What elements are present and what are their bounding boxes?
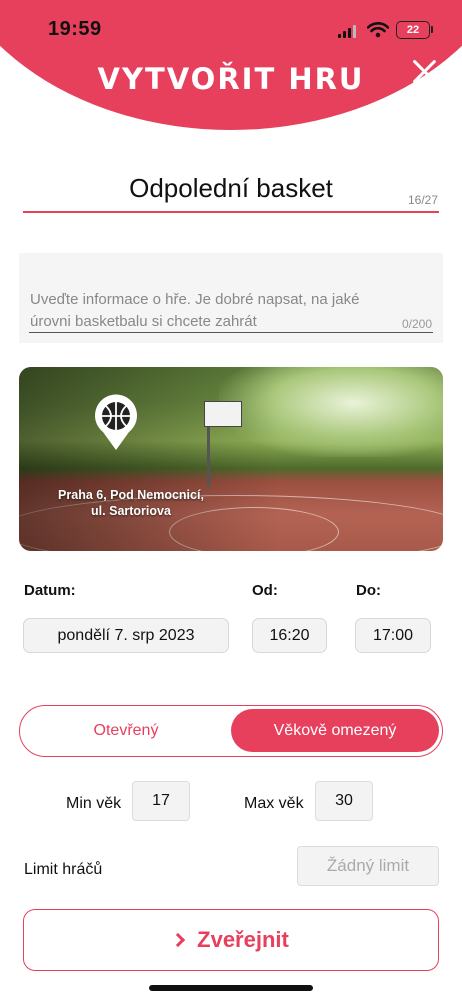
min-age-input[interactable]: 17: [132, 781, 190, 821]
photo-shade: [19, 367, 279, 551]
location-label: Praha 6, Pod Nemocnicí, ul. Sartoriova: [41, 487, 221, 519]
description-field[interactable]: Uveďte informace o hře. Je dobré napsat,…: [19, 253, 443, 343]
wifi-icon: [367, 22, 389, 38]
location-photo[interactable]: Praha 6, Pod Nemocnicí, ul. Sartoriova: [19, 367, 443, 551]
close-icon[interactable]: [404, 52, 444, 92]
game-name-underline: [23, 211, 439, 213]
status-bar: 19:59 22: [0, 0, 462, 58]
from-time-picker[interactable]: 16:20: [252, 618, 327, 653]
chevron-right-icon: [171, 932, 186, 948]
access-segmented-control: Otevřený Věkově omezený: [19, 705, 443, 757]
player-limit-input[interactable]: Žádný limit: [297, 846, 439, 886]
from-label: Od:: [252, 582, 278, 599]
battery-icon: 22: [396, 21, 430, 39]
home-indicator: [149, 985, 313, 991]
to-time-picker[interactable]: 17:00: [355, 618, 431, 653]
page-title: VYTVOŘIT HRU: [97, 62, 365, 96]
player-limit-label: Limit hráčů: [24, 861, 103, 878]
min-age-label: Min věk: [66, 795, 122, 812]
max-age-label: Max věk: [244, 795, 304, 812]
segment-open[interactable]: Otevřený: [20, 706, 232, 755]
publish-label: Zveřejnit: [197, 927, 289, 952]
description-underline: [29, 332, 433, 333]
game-name-counter: 16/27: [407, 193, 438, 207]
game-name-input[interactable]: [23, 168, 439, 208]
publish-button[interactable]: Zveřejnit: [23, 909, 439, 971]
description-counter: 0/200: [401, 317, 432, 331]
signal-icon: [338, 25, 356, 38]
battery-tip: [431, 26, 433, 33]
date-label: Datum:: [24, 582, 76, 599]
max-age-input[interactable]: 30: [315, 781, 373, 821]
description-placeholder: Uveďte informace o hře. Je dobré napsat,…: [30, 291, 360, 330]
hoop-backboard: [204, 401, 242, 427]
location-line1: Praha 6, Pod Nemocnicí,: [58, 488, 204, 502]
hoop-pole: [207, 427, 210, 487]
basketball-pin-icon: [95, 394, 137, 450]
header: 19:59 22 VYTVOŘIT HRU: [0, 0, 462, 132]
location-line2: ul. Sartoriova: [91, 504, 171, 518]
date-picker[interactable]: pondělí 7. srp 2023: [23, 618, 229, 653]
segment-age-restricted[interactable]: Věkově omezený: [231, 709, 439, 752]
status-time: 19:59: [48, 18, 102, 40]
to-label: Do:: [356, 582, 381, 599]
battery-level: 22: [398, 23, 428, 37]
